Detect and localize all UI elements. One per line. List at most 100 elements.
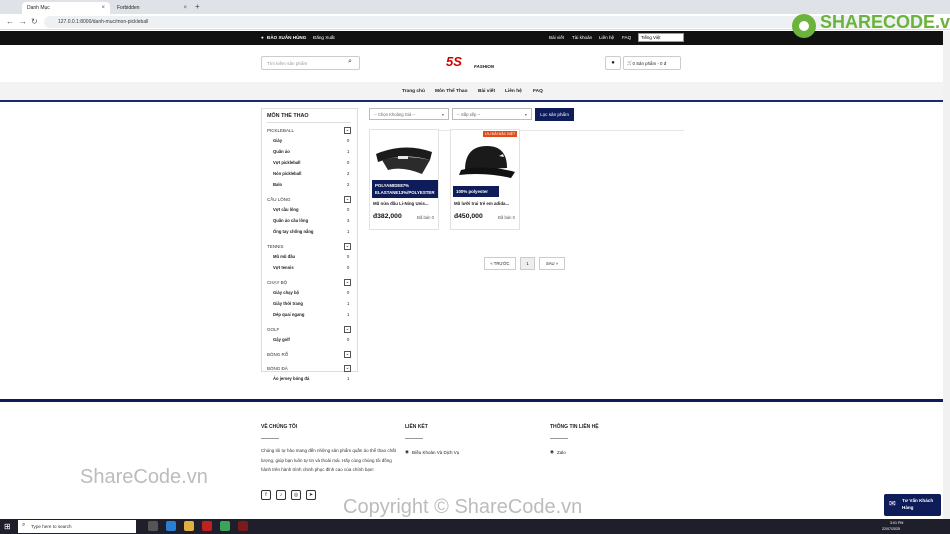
sidebar-category[interactable]: GOLF xyxy=(267,327,279,332)
filter-button[interactable]: Lọc sản phẩm xyxy=(535,108,574,121)
language-value: Tiếng Việt xyxy=(641,35,661,40)
material-badge: 100% polyester xyxy=(453,186,499,197)
sidebar-category[interactable]: BÓNG ĐÁ xyxy=(267,366,288,371)
account-button[interactable]: ● xyxy=(605,56,621,70)
subcategory-count: 1 xyxy=(347,229,350,234)
close-icon[interactable]: × xyxy=(183,5,187,11)
browser-tab[interactable]: Forbidden × xyxy=(112,2,192,14)
link-bullet-icon: ◉ xyxy=(405,449,409,454)
facebook-icon[interactable]: f xyxy=(261,490,271,500)
app-icon[interactable] xyxy=(238,521,248,531)
prev-page-button[interactable]: « TRƯỚC xyxy=(484,257,516,270)
sidebar-subcategory[interactable]: Quần áo cầu lông xyxy=(273,218,308,223)
footer-links-title: LIÊN KẾT xyxy=(405,424,428,430)
search-icon[interactable]: ⌕ xyxy=(348,58,352,66)
sidebar-subcategory[interactable]: Vợt tennis xyxy=(273,265,294,270)
chevron-toggle-icon[interactable]: ⌄ xyxy=(344,196,351,203)
sidebar-subcategory[interactable]: Nón pickleball xyxy=(273,171,301,176)
product-name[interactable]: Mũ nửa đầu Li-Ning Unis... xyxy=(373,201,429,206)
sidebar-subcategory[interactable]: Áo jersey bóng đá xyxy=(273,376,309,381)
topbar-link-account[interactable]: Tài khoản xyxy=(572,35,592,40)
menu-item-home[interactable]: Trang chủ xyxy=(402,89,425,94)
sidebar-subcategory[interactable]: Balo xyxy=(273,182,282,187)
footer-terms-link[interactable]: Điều Khoản Và Dịch Vụ xyxy=(412,450,459,455)
topbar-link-posts[interactable]: Bài viết xyxy=(549,35,564,40)
product-sold: Đã bán 0 xyxy=(498,215,515,220)
forward-icon[interactable]: → xyxy=(19,17,27,26)
language-select[interactable]: Tiếng Việt xyxy=(638,33,684,42)
subcategory-count: 0 xyxy=(347,337,350,342)
logout-link[interactable]: Đăng Xuất xyxy=(313,35,335,40)
sidebar-subcategory[interactable]: Quần áo xyxy=(273,149,290,154)
sidebar-subcategory[interactable]: Vợt pickleball xyxy=(273,160,300,165)
topbar-link-contact[interactable]: Liên hệ xyxy=(599,35,614,40)
divider xyxy=(550,438,568,439)
sidebar-subcategory[interactable]: Vợt cầu lông xyxy=(273,207,299,212)
next-page-button[interactable]: SAU » xyxy=(539,257,565,270)
taskbar xyxy=(0,519,950,534)
sidebar-category[interactable]: CHẠY BỘ xyxy=(267,280,287,285)
chevron-toggle-icon[interactable]: ⌄ xyxy=(344,365,351,372)
sidebar-category[interactable]: BÓNG RỔ xyxy=(267,352,288,357)
cart-button[interactable]: 🛒 0 Sản phẩm - 0 đ xyxy=(623,56,681,70)
page-1-button[interactable]: 1 xyxy=(520,257,535,270)
sharecode-logo: SHARECODE.vn xyxy=(820,12,950,32)
browser-tab-active[interactable]: Danh Mục × xyxy=(22,2,110,14)
badge-line: POLYAMIDE87% xyxy=(375,183,410,188)
user-name-link[interactable]: ĐÀO XUÂN HÙNG xyxy=(267,35,306,40)
sidebar-subcategory[interactable]: Giày chạy bộ xyxy=(273,290,299,295)
chevron-toggle-icon[interactable]: ⌄ xyxy=(344,243,351,250)
vscode-icon[interactable] xyxy=(166,521,176,531)
chevron-toggle-icon[interactable]: ⌄ xyxy=(344,127,351,134)
menu-item-contact[interactable]: Liên hệ xyxy=(505,89,522,94)
menu-item-sports[interactable]: Môn Thể Thao xyxy=(435,89,468,94)
sidebar-subcategory[interactable]: Giày xyxy=(273,138,282,143)
windows-start-icon[interactable]: ⊞ xyxy=(4,522,11,531)
taskbar-date: 22/07/2025 xyxy=(882,527,900,531)
chevron-toggle-icon[interactable]: ⌄ xyxy=(344,326,351,333)
chevron-toggle-icon[interactable]: ⌄ xyxy=(344,351,351,358)
chevron-toggle-icon[interactable]: ⌄ xyxy=(344,279,351,286)
chrome-icon[interactable] xyxy=(220,521,230,531)
sidebar-subcategory[interactable]: Ống tay chống nắng xyxy=(273,229,313,234)
product-name[interactable]: Mũ lưỡi trai trẻ em adida... xyxy=(454,201,509,206)
task-view-icon[interactable] xyxy=(148,521,158,531)
sidebar-category[interactable]: PICKLEBALL xyxy=(267,128,294,133)
user-icon: ● xyxy=(261,35,264,40)
sidebar-subcategory[interactable]: Mũ mũ đầu xyxy=(273,254,295,259)
search-icon: ⌕ xyxy=(22,522,26,528)
sort-select[interactable]: -- Sắp xếp -- ▾ xyxy=(452,108,532,120)
sharecode-logo-icon xyxy=(792,14,816,38)
subcategory-count: 0 xyxy=(347,254,350,259)
sidebar-category[interactable]: CẦU LÔNG xyxy=(267,197,291,202)
chevron-down-icon: ▾ xyxy=(524,111,527,117)
taskbar-search[interactable]: Type here to search xyxy=(18,520,136,533)
back-icon[interactable]: ← xyxy=(6,17,14,26)
reload-icon[interactable]: ↻ xyxy=(31,17,38,26)
search-input[interactable]: Tìm kiếm sản phẩm xyxy=(261,56,360,70)
material-badge: POLYAMIDE87% ELASTANE13%/POLYESTER xyxy=(372,180,438,198)
site-logo[interactable]: 5S xyxy=(446,54,462,69)
folder-icon[interactable] xyxy=(184,521,194,531)
sidebar-category[interactable]: TENNIS xyxy=(267,244,284,249)
telegram-icon[interactable]: ➤ xyxy=(306,490,316,500)
topbar-link-faq[interactable]: FAQ xyxy=(622,35,631,40)
new-tab-icon[interactable]: + xyxy=(195,2,200,11)
footer-zalo-link[interactable]: Zalo xyxy=(557,450,566,455)
app-icon[interactable] xyxy=(202,521,212,531)
sidebar-subcategory[interactable]: Giày thời trang xyxy=(273,301,303,306)
sale-badge: ƯU ĐÃI ĐẶC BIỆT xyxy=(483,131,518,137)
chat-icon: ✉ xyxy=(889,499,896,508)
cart-label: 0 Sản phẩm - 0 đ xyxy=(632,60,667,66)
sidebar-subcategory[interactable]: Gậy golf xyxy=(273,337,290,342)
menu-item-posts[interactable]: Bài viết xyxy=(478,89,495,94)
divider xyxy=(267,122,351,123)
menu-item-faq[interactable]: FAQ xyxy=(533,89,543,94)
close-icon[interactable]: × xyxy=(101,5,105,11)
chat-label: Tư Vấn Khách xyxy=(902,498,934,503)
instagram-icon[interactable]: ◎ xyxy=(291,490,301,500)
sidebar-subcategory[interactable]: Dép quai ngang xyxy=(273,312,304,317)
tiktok-icon[interactable]: ♪ xyxy=(276,490,286,500)
scrollbar[interactable] xyxy=(943,31,950,519)
price-range-select[interactable]: -- Chọn Khoảng Giá -- ▾ xyxy=(369,108,449,120)
